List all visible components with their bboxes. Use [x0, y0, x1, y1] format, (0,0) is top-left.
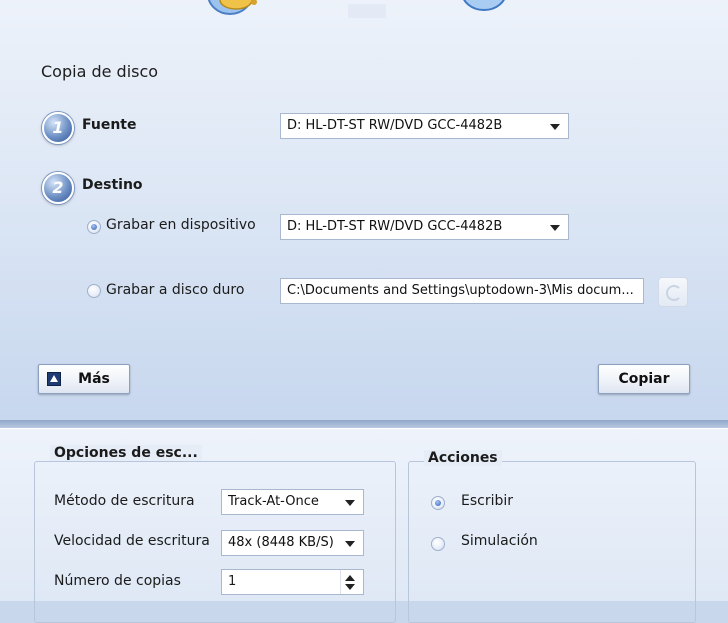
write-speed-value: 48x (8448 KB/S): [228, 535, 334, 550]
chevron-down-icon: [550, 124, 560, 130]
write-speed-label: Velocidad de escritura: [54, 533, 210, 549]
arrow-up-icon: [47, 372, 61, 386]
hdd-path-field[interactable]: C:\Documents and Settings\uptodown-3\Mis…: [280, 278, 644, 304]
write-radio[interactable]: [431, 496, 445, 510]
destination-device-dropdown[interactable]: D: HL-DT-ST RW/DVD GCC-4482B: [280, 214, 569, 240]
destination-label: Destino: [82, 177, 143, 193]
copies-value: 1: [228, 574, 237, 589]
write-speed-dropdown[interactable]: 48x (8448 KB/S): [221, 530, 364, 556]
burn-device-label[interactable]: Grabar en dispositivo: [106, 217, 256, 233]
write-options-title: Opciones de esc...: [50, 445, 202, 461]
copies-label: Número de copias: [54, 573, 181, 589]
simulate-label[interactable]: Simulación: [461, 533, 538, 549]
disc-copy-icon[interactable]: [340, 0, 394, 22]
chevron-down-icon: [550, 225, 560, 231]
stepper-down-icon[interactable]: [345, 584, 355, 590]
simulate-radio[interactable]: [431, 537, 445, 551]
write-label[interactable]: Escribir: [461, 493, 513, 509]
actions-title: Acciones: [424, 450, 502, 466]
more-button-label: Más: [78, 371, 110, 387]
browse-button[interactable]: [658, 277, 688, 307]
options-panel: Opciones de esc... Método de escritura T…: [0, 428, 728, 623]
disc-erase-icon[interactable]: [460, 0, 514, 22]
refresh-icon: [666, 285, 682, 301]
stepper-divider: [340, 570, 341, 594]
write-method-label: Método de escritura: [54, 493, 195, 509]
disc-audio-icon[interactable]: [206, 0, 260, 22]
more-button[interactable]: Más: [38, 364, 130, 394]
step-one-badge: 1: [42, 112, 74, 144]
chevron-down-icon: [345, 500, 355, 506]
write-method-value: Track-At-Once: [228, 494, 319, 509]
burn-device-radio[interactable]: [87, 220, 101, 234]
actions-group: [408, 461, 696, 623]
chevron-down-icon: [345, 541, 355, 547]
destination-device-value: D: HL-DT-ST RW/DVD GCC-4482B: [287, 219, 503, 234]
copies-stepper[interactable]: 1: [221, 569, 364, 595]
burn-hdd-label[interactable]: Grabar a disco duro: [106, 282, 244, 298]
source-device-dropdown[interactable]: D: HL-DT-ST RW/DVD GCC-4482B: [280, 113, 569, 139]
source-device-value: D: HL-DT-ST RW/DVD GCC-4482B: [287, 118, 503, 133]
burn-hdd-radio[interactable]: [87, 284, 101, 298]
disc-copy-panel: Copia de disco 1 Fuente D: HL-DT-ST RW/D…: [0, 0, 728, 422]
write-method-dropdown[interactable]: Track-At-Once: [221, 489, 364, 515]
copy-button[interactable]: Copiar: [598, 364, 690, 394]
source-label: Fuente: [82, 117, 137, 133]
step-two-badge: 2: [42, 172, 74, 204]
stepper-up-icon[interactable]: [345, 575, 355, 581]
section-title: Copia de disco: [41, 62, 159, 81]
